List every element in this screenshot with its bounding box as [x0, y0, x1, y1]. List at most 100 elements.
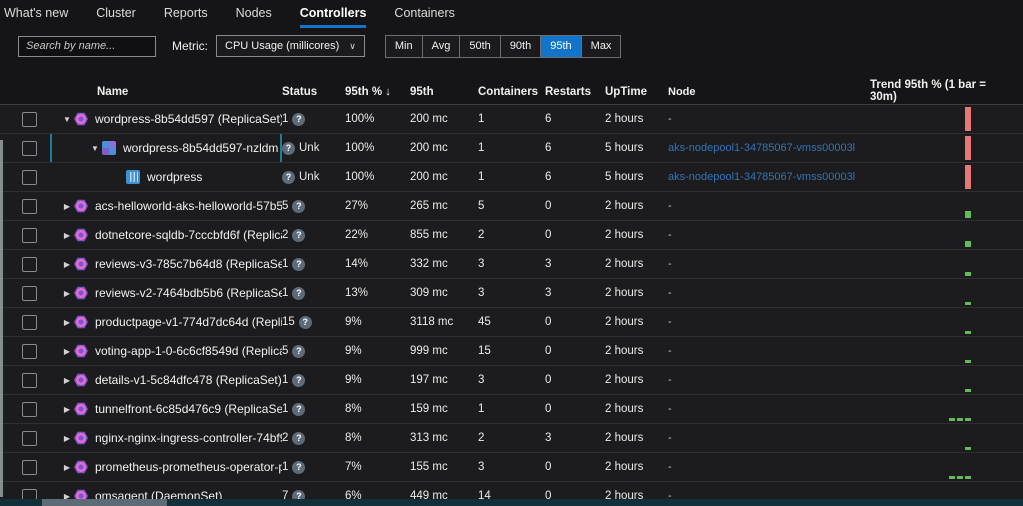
- p95-percent-value: 8%: [345, 432, 410, 444]
- tab-containers[interactable]: Containers: [394, 6, 454, 28]
- restarts-count: 3: [545, 287, 605, 299]
- row-checkbox[interactable]: [22, 344, 37, 359]
- row-checkbox[interactable]: [22, 199, 37, 214]
- status-cell: ? Unk: [282, 171, 345, 184]
- column-header-95th[interactable]: 95th: [410, 86, 478, 98]
- expand-arrow-icon[interactable]: ▶: [60, 289, 74, 298]
- trend-bar: [957, 418, 963, 421]
- tab-cluster[interactable]: Cluster: [96, 6, 136, 28]
- trend-sparkline: [965, 272, 971, 276]
- controller-name[interactable]: wordpress-8b54dd597 (ReplicaSet): [95, 112, 282, 126]
- uptime-value: 2 hours: [605, 229, 668, 241]
- tab-nodes[interactable]: Nodes: [236, 6, 272, 28]
- tab-reports[interactable]: Reports: [164, 6, 208, 28]
- controller-name[interactable]: voting-app-1-0-6c6cf8549d (ReplicaSet): [95, 344, 282, 358]
- table-row[interactable]: ▼ wordpress-8b54dd597 (ReplicaSet) 1 ? 1…: [0, 105, 1023, 134]
- checkbox-cell: [0, 112, 50, 127]
- table-row[interactable]: ▶ dotnetcore-sqldb-7cccbfd6f (ReplicaSet…: [0, 221, 1023, 250]
- row-checkbox[interactable]: [22, 141, 37, 156]
- row-checkbox[interactable]: [22, 315, 37, 330]
- row-checkbox[interactable]: [22, 373, 37, 388]
- containers-count: 45: [478, 316, 545, 328]
- column-header-status[interactable]: Status: [282, 86, 345, 98]
- column-header-trend[interactable]: Trend 95th % (1 bar = 30m): [870, 79, 1023, 104]
- controller-name[interactable]: nginx-nginx-ingress-controller-74bf9bd9f…: [95, 431, 282, 445]
- expand-arrow-icon[interactable]: ▶: [60, 231, 74, 240]
- expand-arrow-icon[interactable]: ▶: [60, 376, 74, 385]
- row-checkbox[interactable]: [22, 257, 37, 272]
- table-row[interactable]: ▶ productpage-v1-774d7dc64d (ReplicaSet)…: [0, 308, 1023, 337]
- search-input[interactable]: [18, 36, 156, 57]
- column-header-95th-[interactable]: 95th % ↓: [345, 86, 410, 98]
- metric-dropdown[interactable]: CPU Usage (millicores) ∨: [216, 35, 365, 57]
- node-link[interactable]: aks-nodepool1-34785067-vmss00003l: [668, 171, 855, 183]
- horizontal-scrollbar[interactable]: [0, 499, 1023, 506]
- expand-arrow-icon[interactable]: ▶: [60, 202, 74, 211]
- node-link[interactable]: aks-nodepool1-34785067-vmss00003l: [668, 142, 855, 154]
- p95-percent-value: 9%: [345, 374, 410, 386]
- row-checkbox[interactable]: [22, 431, 37, 446]
- table-row[interactable]: ▶ voting-app-1-0-6c6cf8549d (ReplicaSet)…: [0, 337, 1023, 366]
- row-checkbox[interactable]: [22, 286, 37, 301]
- name-cell: ▶ details-v1-5c84dfc478 (ReplicaSet): [50, 366, 282, 394]
- column-header-restarts[interactable]: Restarts: [545, 86, 605, 98]
- controller-name[interactable]: reviews-v2-7464bdb5b6 (ReplicaSet): [95, 286, 282, 300]
- uptime-value: 2 hours: [605, 316, 668, 328]
- row-checkbox[interactable]: [22, 170, 37, 185]
- horizontal-scrollbar-thumb[interactable]: [42, 499, 167, 506]
- tab-what-s-new[interactable]: What's new: [4, 6, 68, 28]
- expand-arrow-icon[interactable]: ▶: [60, 463, 74, 472]
- controller-name[interactable]: productpage-v1-774d7dc64d (ReplicaSet): [95, 315, 282, 329]
- table-row[interactable]: ▶ tunnelfront-6c85d476c9 (ReplicaSet) 1 …: [0, 395, 1023, 424]
- controller-name[interactable]: acs-helloworld-aks-helloworld-57b547ffb8…: [95, 199, 282, 213]
- table-row[interactable]: ▶ reviews-v2-7464bdb5b6 (ReplicaSet) 1 ?…: [0, 279, 1023, 308]
- percentile-button-95th[interactable]: 95th: [541, 36, 581, 57]
- name-cell: ▶ reviews-v2-7464bdb5b6 (ReplicaSet): [50, 279, 282, 307]
- row-checkbox[interactable]: [22, 112, 37, 127]
- controller-name[interactable]: dotnetcore-sqldb-7cccbfd6f (ReplicaSet): [95, 228, 282, 242]
- table-row[interactable]: ▶ acs-helloworld-aks-helloworld-57b547ff…: [0, 192, 1023, 221]
- controller-name[interactable]: details-v1-5c84dfc478 (ReplicaSet): [95, 373, 282, 387]
- table-row[interactable]: wordpress ? Unk 100% 200 mc 1 6 5 hours …: [0, 163, 1023, 192]
- expand-arrow-icon[interactable]: ▼: [88, 144, 102, 153]
- expand-arrow-icon[interactable]: ▶: [60, 260, 74, 269]
- percentile-button-min[interactable]: Min: [386, 36, 423, 57]
- row-checkbox[interactable]: [22, 402, 37, 417]
- table-row[interactable]: ▶ details-v1-5c84dfc478 (ReplicaSet) 1 ?…: [0, 366, 1023, 395]
- table-row[interactable]: ▶ nginx-nginx-ingress-controller-74bf9bd…: [0, 424, 1023, 453]
- percentile-button-50th[interactable]: 50th: [460, 36, 500, 57]
- expand-arrow-icon[interactable]: ▶: [60, 405, 74, 414]
- table-row[interactable]: ▼ wordpress-8b54dd597-nzldm ? Unk 100% 2…: [0, 134, 1023, 163]
- percentile-button-max[interactable]: Max: [582, 36, 621, 57]
- row-checkbox[interactable]: [22, 460, 37, 475]
- trend-sparkline: [965, 302, 971, 305]
- controller-name[interactable]: reviews-v3-785c7b64d8 (ReplicaSet): [95, 257, 282, 271]
- expand-arrow-icon[interactable]: ▶: [60, 434, 74, 443]
- expand-arrow-icon[interactable]: ▼: [60, 115, 74, 124]
- controller-name[interactable]: wordpress-8b54dd597-nzldm: [123, 141, 278, 155]
- column-header-name[interactable]: Name: [50, 79, 282, 104]
- replicaset-icon: [74, 257, 88, 271]
- row-checkbox[interactable]: [22, 228, 37, 243]
- replicaset-icon: [74, 315, 88, 329]
- containers-count: 3: [478, 461, 545, 473]
- controller-name[interactable]: wordpress: [147, 170, 202, 184]
- controller-name[interactable]: tunnelfront-6c85d476c9 (ReplicaSet): [95, 402, 282, 416]
- controller-name[interactable]: prometheus-prometheus-operator-promet...: [95, 460, 282, 474]
- unknown-status-icon: ?: [292, 200, 305, 213]
- expand-arrow-icon[interactable]: ▶: [60, 347, 74, 356]
- column-header-node[interactable]: Node: [668, 86, 870, 98]
- left-edge-scrollbar[interactable]: [0, 140, 3, 497]
- percentile-button-90th[interactable]: 90th: [501, 36, 541, 57]
- column-header-containers[interactable]: Containers: [478, 86, 545, 98]
- table-row[interactable]: ▶ reviews-v3-785c7b64d8 (ReplicaSet) 1 ?…: [0, 250, 1023, 279]
- percentile-button-group: MinAvg50th90th95thMax: [385, 35, 622, 58]
- trend-cell: [870, 250, 1023, 278]
- p95-value: 197 mc: [410, 374, 478, 386]
- tab-controllers[interactable]: Controllers: [300, 6, 367, 28]
- trend-sparkline: [965, 107, 971, 131]
- column-header-uptime[interactable]: UpTime: [605, 86, 668, 98]
- expand-arrow-icon[interactable]: ▶: [60, 318, 74, 327]
- table-row[interactable]: ▶ prometheus-prometheus-operator-promet.…: [0, 453, 1023, 482]
- percentile-button-avg[interactable]: Avg: [423, 36, 461, 57]
